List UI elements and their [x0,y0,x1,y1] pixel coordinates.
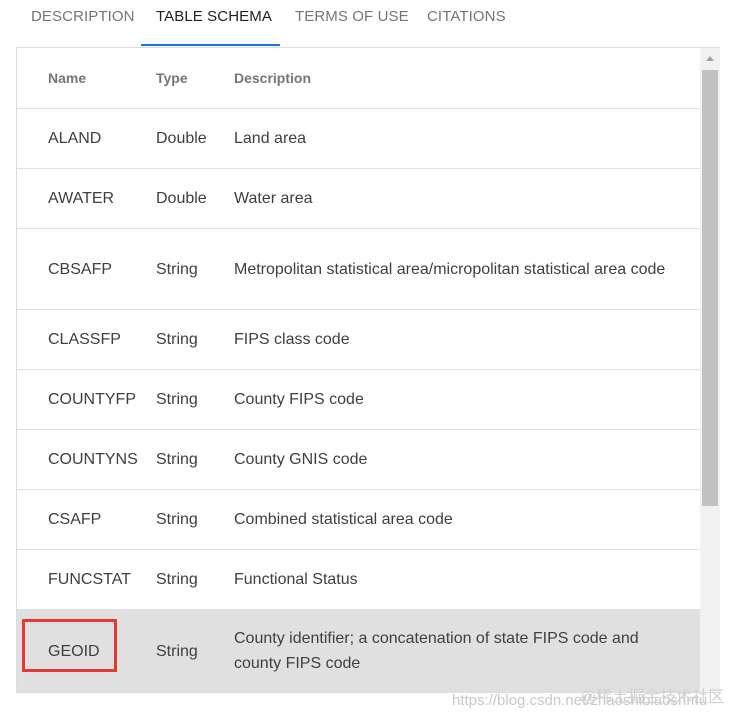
field-description: County identifier; a concatenation of st… [234,630,639,672]
field-name: ALAND [48,130,102,147]
field-description: County FIPS code [234,391,364,408]
tab-citations[interactable]: CITATIONS [427,0,506,47]
table-row[interactable]: COUNTYFP String County FIPS code [17,370,700,430]
field-type: String [156,391,198,408]
field-description: Metropolitan statistical area/micropolit… [234,260,666,278]
schema-table: Name Type Description ALAND Double Land … [16,47,720,693]
field-type: String [156,642,198,660]
scroll-up-arrow-icon[interactable] [700,48,720,68]
tab-table-schema[interactable]: TABLE SCHEMA [156,0,272,47]
field-type: String [156,571,198,588]
scrollbar-thumb[interactable] [702,70,718,506]
table-row[interactable]: AWATER Double Water area [17,169,700,229]
field-type: String [156,451,198,468]
watermark-site: @稀土掘金技术社区 [580,689,725,706]
field-description: Functional Status [234,571,358,588]
field-type: String [156,331,198,348]
table-row[interactable]: FUNCSTAT String Functional Status [17,550,700,610]
field-type: Double [156,190,207,207]
tab-bar: DESCRIPTION TABLE SCHEMA TERMS OF USE CI… [0,0,738,47]
table-row[interactable]: CLASSFP String FIPS class code [17,310,700,370]
field-name: COUNTYFP [48,391,136,408]
column-header-description: Description [234,69,312,86]
field-type: String [156,511,198,528]
field-description: Combined statistical area code [234,511,453,528]
field-name: CBSAFP [48,260,113,278]
field-description: FIPS class code [234,331,350,348]
field-name: CLASSFP [48,331,121,348]
field-name: CSAFP [48,511,102,528]
table-row[interactable]: COUNTYNS String County GNIS code [17,430,700,490]
dataset-details-page: DESCRIPTION TABLE SCHEMA TERMS OF USE CI… [0,0,738,722]
field-name: FUNCSTAT [48,571,131,588]
table-row[interactable]: ALAND Double Land area [17,109,700,169]
field-description: Water area [234,190,313,207]
field-name: COUNTYNS [48,451,138,468]
field-name: AWATER [48,190,115,207]
field-description: Land area [234,130,307,147]
table-header-row: Name Type Description [17,48,700,109]
column-header-name: Name [48,69,87,86]
active-tab-indicator [141,44,280,46]
column-header-type: Type [156,69,188,86]
table-row[interactable]: CBSAFP String Metropolitan statistical a… [17,229,700,310]
field-name: GEOID [48,642,100,660]
field-type: Double [156,130,207,147]
table-row[interactable]: CSAFP String Combined statistical area c… [17,490,700,550]
field-type: String [156,260,198,278]
tab-terms-of-use[interactable]: TERMS OF USE [295,0,409,47]
table-row-selected[interactable]: GEOID String County identifier; a concat… [17,610,700,692]
tab-description[interactable]: DESCRIPTION [31,0,135,47]
vertical-scrollbar[interactable] [700,48,720,692]
field-description: County GNIS code [234,451,368,468]
